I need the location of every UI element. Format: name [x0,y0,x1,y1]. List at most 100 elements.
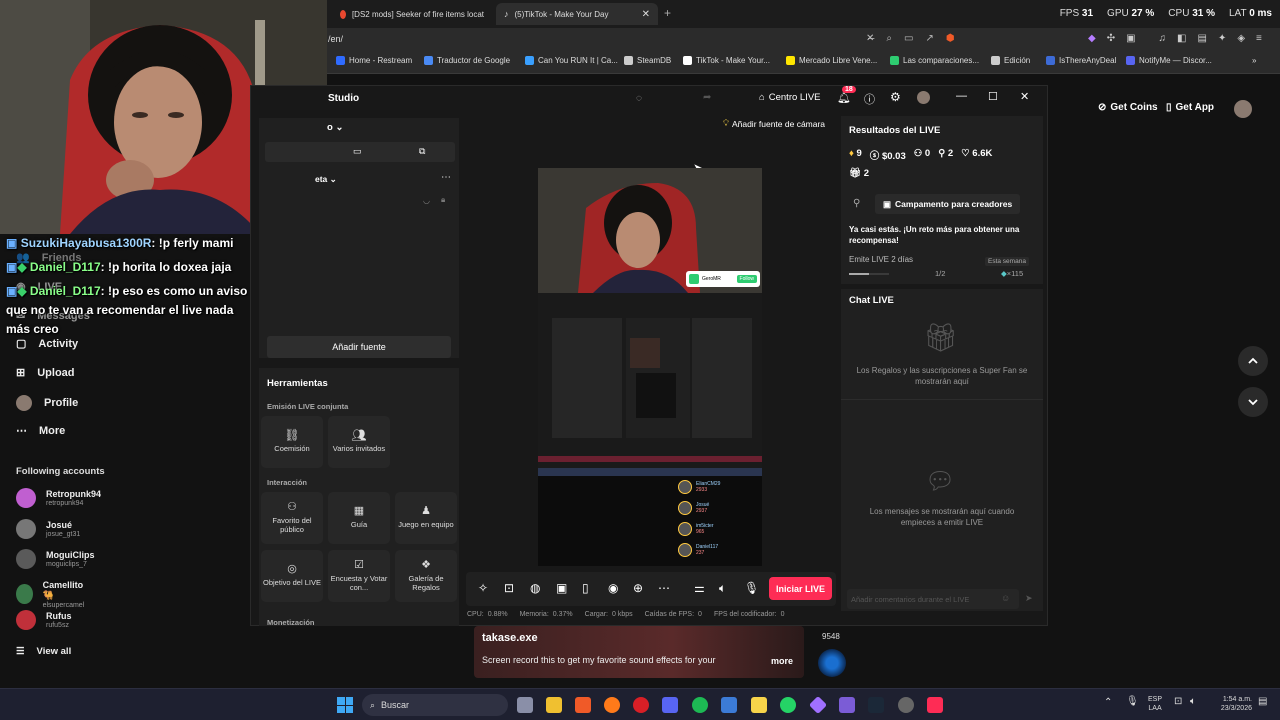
scene-dropdown[interactable]: o ⌄ [327,122,343,133]
browser-tab-ds2[interactable]: [DS2 mods] Seeker of fire items locat [332,3,492,25]
emoji-icon[interactable]: ☺ [1001,593,1010,603]
taskbar-search[interactable]: ⌕ Buscar [362,694,508,716]
music-icon[interactable]: ♫ [1159,33,1167,44]
file-explorer-icon[interactable] [546,697,562,713]
scene-icon[interactable]: ⊡ [504,581,514,595]
audio-source-icon[interactable]: ◍ [530,581,540,595]
bookmark-item[interactable]: Traductor de Google [424,56,510,65]
puzzle-icon[interactable]: ✣ [1107,33,1115,44]
following-account[interactable]: Rufus rufu5sz [16,610,72,630]
effects-icon[interactable]: ✧ [478,581,488,595]
extension-icon[interactable]: ◆ [1088,33,1096,44]
whatsapp-icon[interactable] [780,697,796,713]
multi-guest-tool[interactable]: 👥︎ Varios invitados [328,416,390,468]
sidebar-toggle-icon[interactable]: ◧ [1177,33,1186,44]
mobile-icon[interactable]: ▯ [582,581,589,595]
bookmark-item[interactable]: NotifyMe — Discor... [1126,56,1212,65]
share-icon[interactable]: ➦ [703,92,711,103]
bookmarks-overflow-icon[interactable]: » [1252,56,1256,65]
browser-tab-tiktok[interactable]: ♪ (5)TikTok - Make Your Day ✕ [496,3,658,25]
help-icon[interactable]: ⓘ [864,91,875,107]
discord-icon[interactable] [662,697,678,713]
lock-icon[interactable]: 🔒︎ [441,195,445,205]
landscape-icon[interactable]: ▭ [353,146,362,157]
maximize-icon[interactable]: ☐ [988,90,998,103]
bookmark-item[interactable]: Las comparaciones... [890,56,979,65]
following-account[interactable]: Camellito 🐫 elsupercamel [16,580,88,609]
scroll-down-button[interactable] [1238,387,1268,417]
sidebar-item-profile[interactable]: Profile [16,395,78,411]
video-author[interactable]: takase.exe [482,632,538,644]
gift-gallery-tool[interactable]: ❖ Galería de Regalos [395,550,457,602]
portrait-icon[interactable]: ⧉ [419,146,425,157]
screenshot-icon[interactable]: ▣ [1126,33,1135,44]
following-account[interactable]: MoguiClips moguiclips_7 [16,549,95,569]
task-view-icon[interactable] [517,697,533,713]
zoom-icon[interactable]: ⌕ [886,33,892,44]
audience-favorite-tool[interactable]: ⚇ Favorito del público [261,492,323,544]
brave-shield-icon[interactable]: ⬢ [946,33,955,44]
guide-tool[interactable]: ▦ Guía [328,492,390,544]
microphone-icon[interactable]: 🎙︎ [744,581,759,595]
get-app-button[interactable]: ▯ Get App [1166,102,1214,113]
add-camera-hint[interactable]: 💡︎ Añadir fuente de cámara [723,118,825,129]
sidebar-item-upload[interactable]: ⊞ Upload [16,366,75,380]
more-controls-icon[interactable]: ⋯ [658,581,670,595]
equalizer-icon[interactable]: ⚌ [694,581,705,595]
view-all-link[interactable]: ☰ View all [16,646,71,657]
new-tab-icon[interactable]: + [664,6,671,20]
coemision-tool[interactable]: ⛓ Coemisión [261,416,323,468]
record-icon[interactable]: ◉ [608,581,618,595]
cast-icon[interactable]: ▭ [904,33,913,44]
leo-icon[interactable]: ✦ [1218,33,1226,44]
image-icon[interactable]: ▣ [556,581,567,595]
go-live-button[interactable]: Iniciar LIVE [769,577,832,600]
minimize-icon[interactable]: — [956,90,967,102]
music-disc-icon[interactable] [818,649,846,677]
get-coins-button[interactable]: ⊘ Get Coins [1098,102,1158,113]
translate-icon[interactable]: ✕̶ [866,33,874,44]
centro-live-button[interactable]: ⌂ Centro LIVE [759,92,821,103]
close-icon[interactable]: ✕ [1020,90,1029,103]
bookmark-item[interactable]: Mercado Libre Vene... [786,56,877,65]
share-icon[interactable]: ↗ [925,33,933,44]
spotify-icon[interactable] [692,697,708,713]
tray-chevron-icon[interactable]: ⌃ [1104,697,1112,708]
add-source-button[interactable]: Añadir fuente [267,336,451,358]
profile-avatar[interactable] [1234,100,1252,118]
close-tab-icon[interactable]: ✕ [642,9,650,20]
calculator-icon[interactable] [721,697,737,713]
volume-tray-icon[interactable]: 🔈︎ [1190,696,1196,707]
start-button[interactable] [337,697,353,713]
bookmark-item[interactable]: Edición [991,56,1030,65]
twitch-icon[interactable] [839,697,855,713]
chat-input[interactable]: Añadir comentarios durante el LIVE [847,589,1019,609]
more-options-icon[interactable]: ⋯ [441,172,451,183]
notification-center-icon[interactable]: ▤ [1258,696,1267,707]
obsidian-icon[interactable] [808,695,828,715]
more-link[interactable]: more [771,656,793,666]
bookmark-item[interactable]: Can You RUN It | Ca... [525,56,618,65]
steam-icon[interactable] [868,697,884,713]
bookmark-item[interactable]: TikTok - Make Your... [683,56,770,65]
network-icon[interactable]: ⊡ [1174,696,1182,707]
mic-tray-icon[interactable]: 🎙︎ [1126,696,1139,707]
opera-icon[interactable] [633,697,649,713]
following-account[interactable]: Retropunk94 retropunk94 [16,488,101,508]
brave-icon[interactable] [575,697,591,713]
sticky-notes-icon[interactable] [751,697,767,713]
team-game-tool[interactable]: ♟ Juego en equipo [395,492,457,544]
folder-dropdown[interactable]: eta ⌄ [315,174,337,185]
capture-icon[interactable]: ⊕ [633,581,643,595]
volume-icon[interactable]: 🔈︎ [719,581,726,596]
url-text[interactable]: /en/ [328,34,343,44]
visibility-icon[interactable]: ◡ [423,196,430,205]
wallet-icon[interactable]: ▤ [1198,33,1207,44]
bookmark-item[interactable]: Home - Restream [336,56,412,65]
language-indicator[interactable]: ESP LAA [1148,695,1162,713]
studio-avatar[interactable] [917,91,930,104]
live-goal-tool[interactable]: ◎ Objetivo del LIVE [261,550,323,602]
send-icon[interactable]: ➤ [1025,593,1033,604]
bookmark-item[interactable]: IsThereAnyDeal [1046,56,1116,65]
poll-tool[interactable]: ☑ Encuesta y Votar con... [328,550,390,602]
